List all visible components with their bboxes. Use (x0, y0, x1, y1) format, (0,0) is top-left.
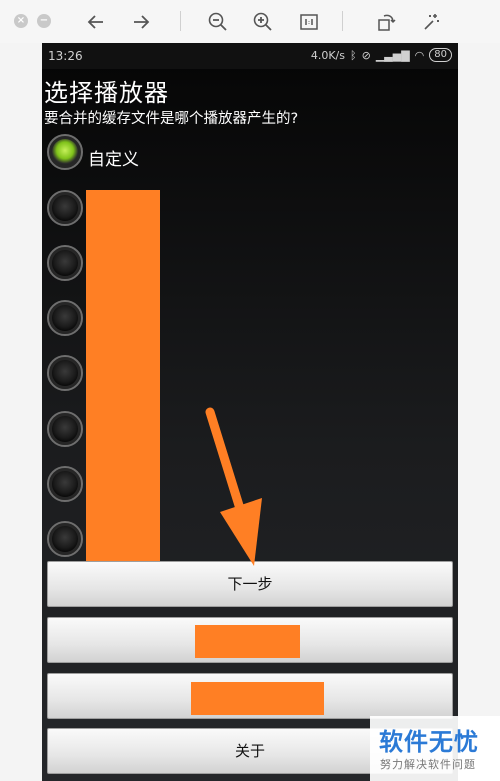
close-glyph: × (16, 15, 26, 26)
back-arrow-icon[interactable] (83, 9, 109, 35)
radio-option-6[interactable] (47, 411, 83, 447)
toolbar-divider (180, 11, 181, 31)
redaction-block-options (86, 190, 160, 570)
forward-arrow-icon[interactable] (128, 9, 154, 35)
signal-icon: ▁▃▅▇ (375, 48, 410, 62)
radio-option-4[interactable] (47, 300, 83, 336)
status-indicators: 4.0K/s ᛒ ⊘ ▁▃▅▇ ◠ 80 (311, 48, 452, 62)
dialog-title: 选择播放器 (44, 79, 169, 107)
redaction-block-button-1 (195, 625, 300, 658)
toolbar-divider (342, 11, 343, 31)
magic-wand-icon[interactable] (418, 9, 444, 35)
mute-icon: ⊘ (361, 48, 371, 62)
radio-option-5[interactable] (47, 355, 83, 391)
dialog-subtitle: 要合并的缓存文件是哪个播放器产生的? (44, 111, 299, 127)
status-time: 13:26 (48, 49, 83, 63)
minimize-glyph: − (39, 15, 49, 26)
radio-option-8[interactable] (47, 521, 83, 557)
watermark-subtitle: 努力解决软件问题 (380, 758, 476, 771)
zoom-out-icon[interactable] (205, 9, 231, 35)
redaction-block-button-2 (191, 682, 324, 715)
option-label-custom[interactable]: 自定义 (88, 145, 139, 170)
minimize-window-icon[interactable]: − (37, 14, 51, 28)
wifi-icon: ◠ (414, 48, 425, 62)
phone-screen: 13:26 4.0K/s ᛒ ⊘ ▁▃▅▇ ◠ 80 选择播放器 要合并的缓存文… (42, 43, 458, 781)
network-speed: 4.0K/s (310, 48, 345, 62)
watermark: 软件无忧 努力解决软件问题 (370, 716, 500, 781)
rotate-icon[interactable] (373, 9, 399, 35)
watermark-logo: 软件无忧 (379, 728, 479, 756)
bluetooth-icon: ᛒ (349, 48, 357, 62)
radio-option-7[interactable] (47, 466, 83, 502)
battery-icon: 80 (429, 48, 452, 62)
radio-option-3[interactable] (47, 245, 83, 281)
radio-option-2[interactable] (47, 190, 83, 226)
status-bar: 13:26 4.0K/s ᛒ ⊘ ▁▃▅▇ ◠ 80 (42, 43, 458, 69)
viewer-toolbar: × − (0, 0, 500, 43)
radio-option-custom[interactable] (47, 134, 83, 170)
close-window-icon[interactable]: × (14, 14, 28, 28)
actual-size-icon[interactable] (296, 9, 322, 35)
zoom-in-icon[interactable] (250, 9, 276, 35)
next-step-button[interactable]: 下一步 (47, 561, 453, 607)
